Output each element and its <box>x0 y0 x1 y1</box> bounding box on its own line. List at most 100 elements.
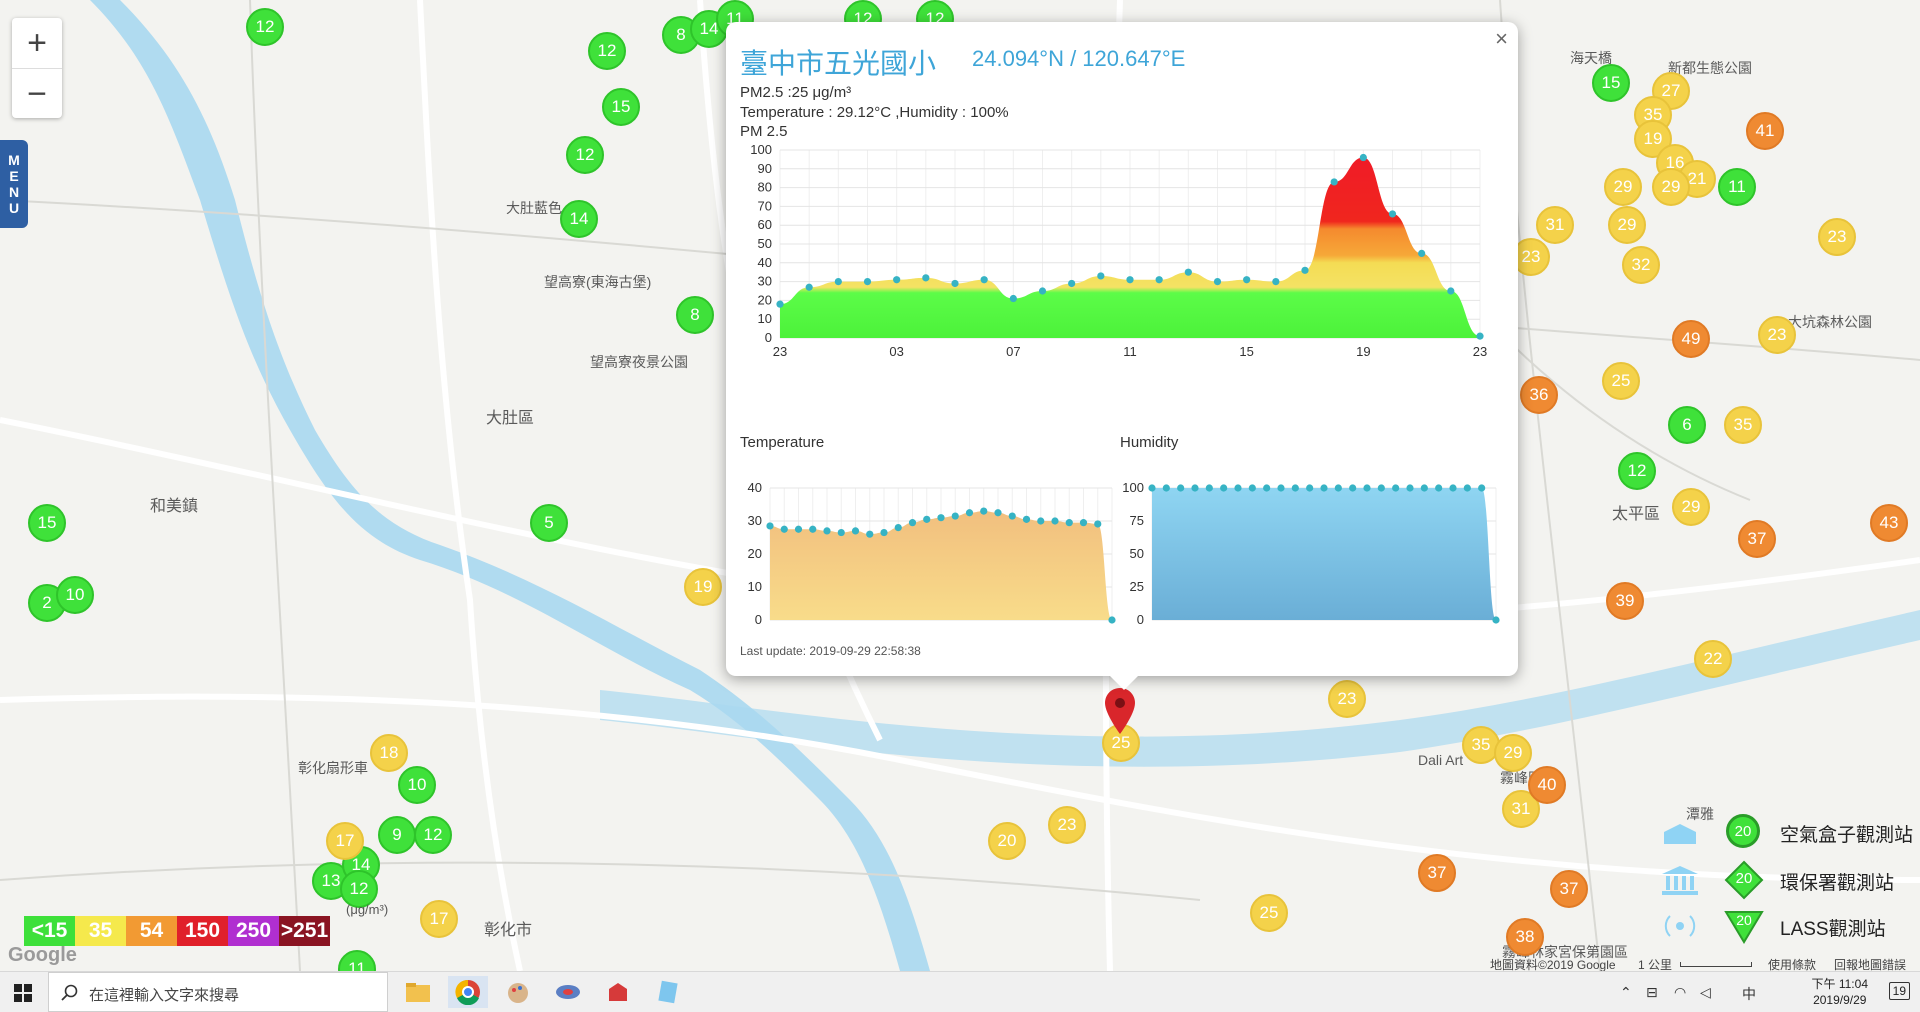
scale-swatch: 35 <box>75 916 126 946</box>
menu-tab[interactable]: M E N U <box>0 140 28 228</box>
station-marker[interactable]: 17 <box>326 822 364 860</box>
app-icon[interactable] <box>598 976 638 1008</box>
chrome-icon[interactable] <box>448 976 488 1008</box>
y-tick-label: 80 <box>758 180 772 195</box>
data-point <box>1094 520 1102 528</box>
station-marker[interactable]: 5 <box>530 504 568 542</box>
pm25-chart: 0 10 20 30 40 50 60 70 80 90 100 23 03 07 11 15 19 23 <box>750 142 1487 359</box>
map-scale-bar <box>1680 962 1752 967</box>
station-marker[interactable]: 31 <box>1536 206 1574 244</box>
wifi-icon[interactable]: ◠ <box>1674 984 1686 1001</box>
close-icon[interactable]: × <box>1495 26 1508 52</box>
station-marker[interactable]: 6 <box>1668 406 1706 444</box>
data-point <box>1349 484 1357 492</box>
station-marker[interactable]: 29 <box>1672 488 1710 526</box>
x-tick-label: 11 <box>1123 344 1137 359</box>
station-marker[interactable]: 23 <box>1818 218 1856 256</box>
data-point <box>951 279 959 288</box>
paint-icon[interactable] <box>498 976 538 1008</box>
menu-letter: U <box>8 200 20 216</box>
station-marker[interactable]: 12 <box>246 8 284 46</box>
windows-start-icon[interactable] <box>14 984 32 1002</box>
taskbar-search-input[interactable]: 在這裡輸入文字來搜尋 <box>48 972 388 1012</box>
station-marker[interactable]: 32 <box>1622 246 1660 284</box>
station-marker[interactable]: 20 <box>988 822 1026 860</box>
zoom-out-button[interactable]: − <box>12 68 62 119</box>
data-point <box>1478 484 1486 492</box>
file-explorer-icon[interactable] <box>398 976 438 1008</box>
notepad-icon[interactable] <box>648 976 688 1008</box>
data-point <box>794 525 803 533</box>
station-marker[interactable]: 8 <box>676 296 714 334</box>
data-point <box>1009 294 1017 303</box>
volume-icon[interactable]: ◁ <box>1700 984 1711 1001</box>
station-marker[interactable]: 15 <box>28 504 66 542</box>
data-point <box>1243 276 1251 284</box>
place-label: Dali Art <box>1418 752 1464 768</box>
station-marker[interactable]: 41 <box>1746 112 1784 150</box>
legend-label: 空氣盒子觀測站 <box>1780 825 1914 846</box>
station-marker[interactable]: 19 <box>684 568 722 606</box>
station-marker[interactable]: 23 <box>1048 806 1086 844</box>
station-marker[interactable]: 40 <box>1528 766 1566 804</box>
station-marker[interactable]: 49 <box>1672 320 1710 358</box>
station-marker[interactable]: 39 <box>1606 582 1644 620</box>
network-icon[interactable]: ⊟ <box>1646 984 1658 1001</box>
station-marker[interactable]: 14 <box>560 200 598 238</box>
station-marker[interactable]: 35 <box>1724 406 1762 444</box>
station-marker[interactable]: 37 <box>1738 520 1776 558</box>
station-marker[interactable]: 12 <box>588 32 626 70</box>
temperature-chart: 0 10 20 30 40 <box>748 480 1116 627</box>
data-point <box>766 522 774 530</box>
data-point <box>866 530 874 538</box>
station-marker[interactable]: 38 <box>1506 918 1544 956</box>
search-placeholder: 在這裡輸入文字來搜尋 <box>89 987 240 1004</box>
data-point <box>980 507 988 515</box>
station-marker[interactable]: 18 <box>370 734 408 772</box>
zoom-in-button[interactable]: + <box>12 18 62 68</box>
ime-indicator[interactable]: 中 <box>1742 984 1756 1004</box>
station-name: 臺中市五光國小 <box>740 48 937 79</box>
data-point <box>1234 484 1242 492</box>
notification-icon[interactable]: 19 <box>1888 982 1910 1000</box>
station-marker[interactable]: 17 <box>420 900 458 938</box>
station-marker[interactable]: 29 <box>1494 734 1532 772</box>
station-marker[interactable]: 11 <box>1718 168 1756 206</box>
data-point <box>1406 484 1414 492</box>
station-marker[interactable]: 12 <box>566 136 604 174</box>
station-marker[interactable]: 9 <box>378 816 416 854</box>
station-marker[interactable]: 25 <box>1602 362 1640 400</box>
station-marker[interactable]: 10 <box>56 576 94 614</box>
station-marker[interactable]: 43 <box>1870 504 1908 542</box>
station-marker[interactable]: 12 <box>414 816 452 854</box>
data-point <box>1184 268 1192 276</box>
station-marker[interactable]: 15 <box>1592 64 1630 102</box>
lass-marker-value: 20 <box>1736 912 1752 928</box>
station-marker[interactable]: 37 <box>1418 854 1456 892</box>
taskbar-clock[interactable]: 下午 11:04 2019/9/29 <box>1812 976 1868 1008</box>
station-marker[interactable]: 29 <box>1608 206 1646 244</box>
station-marker[interactable]: 10 <box>398 766 436 804</box>
place-label: 彰化市 <box>484 922 533 939</box>
app-icon[interactable] <box>548 976 588 1008</box>
station-marker[interactable]: 22 <box>1694 640 1732 678</box>
scale-swatch: 250 <box>228 916 279 946</box>
legend-label: LASS觀測站 <box>1780 919 1886 940</box>
station-marker[interactable]: 12 <box>1618 452 1656 490</box>
chevron-up-icon[interactable]: ⌃ <box>1620 984 1632 1001</box>
x-tick-label: 19 <box>1356 344 1370 359</box>
station-marker[interactable]: 23 <box>1758 316 1796 354</box>
station-marker[interactable]: 25 <box>1250 894 1288 932</box>
station-marker[interactable]: 29 <box>1604 168 1642 206</box>
station-marker[interactable]: 36 <box>1520 376 1558 414</box>
station-marker[interactable]: 37 <box>1550 870 1588 908</box>
taskbar: 在這裡輸入文字來搜尋 ⌃ ⊟ ◠ ◁ 中 下午 11:04 2019/9/29 … <box>0 971 1920 1012</box>
government-building-icon <box>1662 866 1698 895</box>
location-pin-icon[interactable] <box>1104 688 1136 734</box>
y-tick-label: 10 <box>748 579 762 594</box>
data-point <box>1301 266 1309 274</box>
station-marker[interactable]: 29 <box>1652 168 1690 206</box>
station-marker[interactable]: 15 <box>602 88 640 126</box>
station-marker[interactable]: 23 <box>1328 680 1366 718</box>
y-tick-label: 30 <box>748 513 762 528</box>
